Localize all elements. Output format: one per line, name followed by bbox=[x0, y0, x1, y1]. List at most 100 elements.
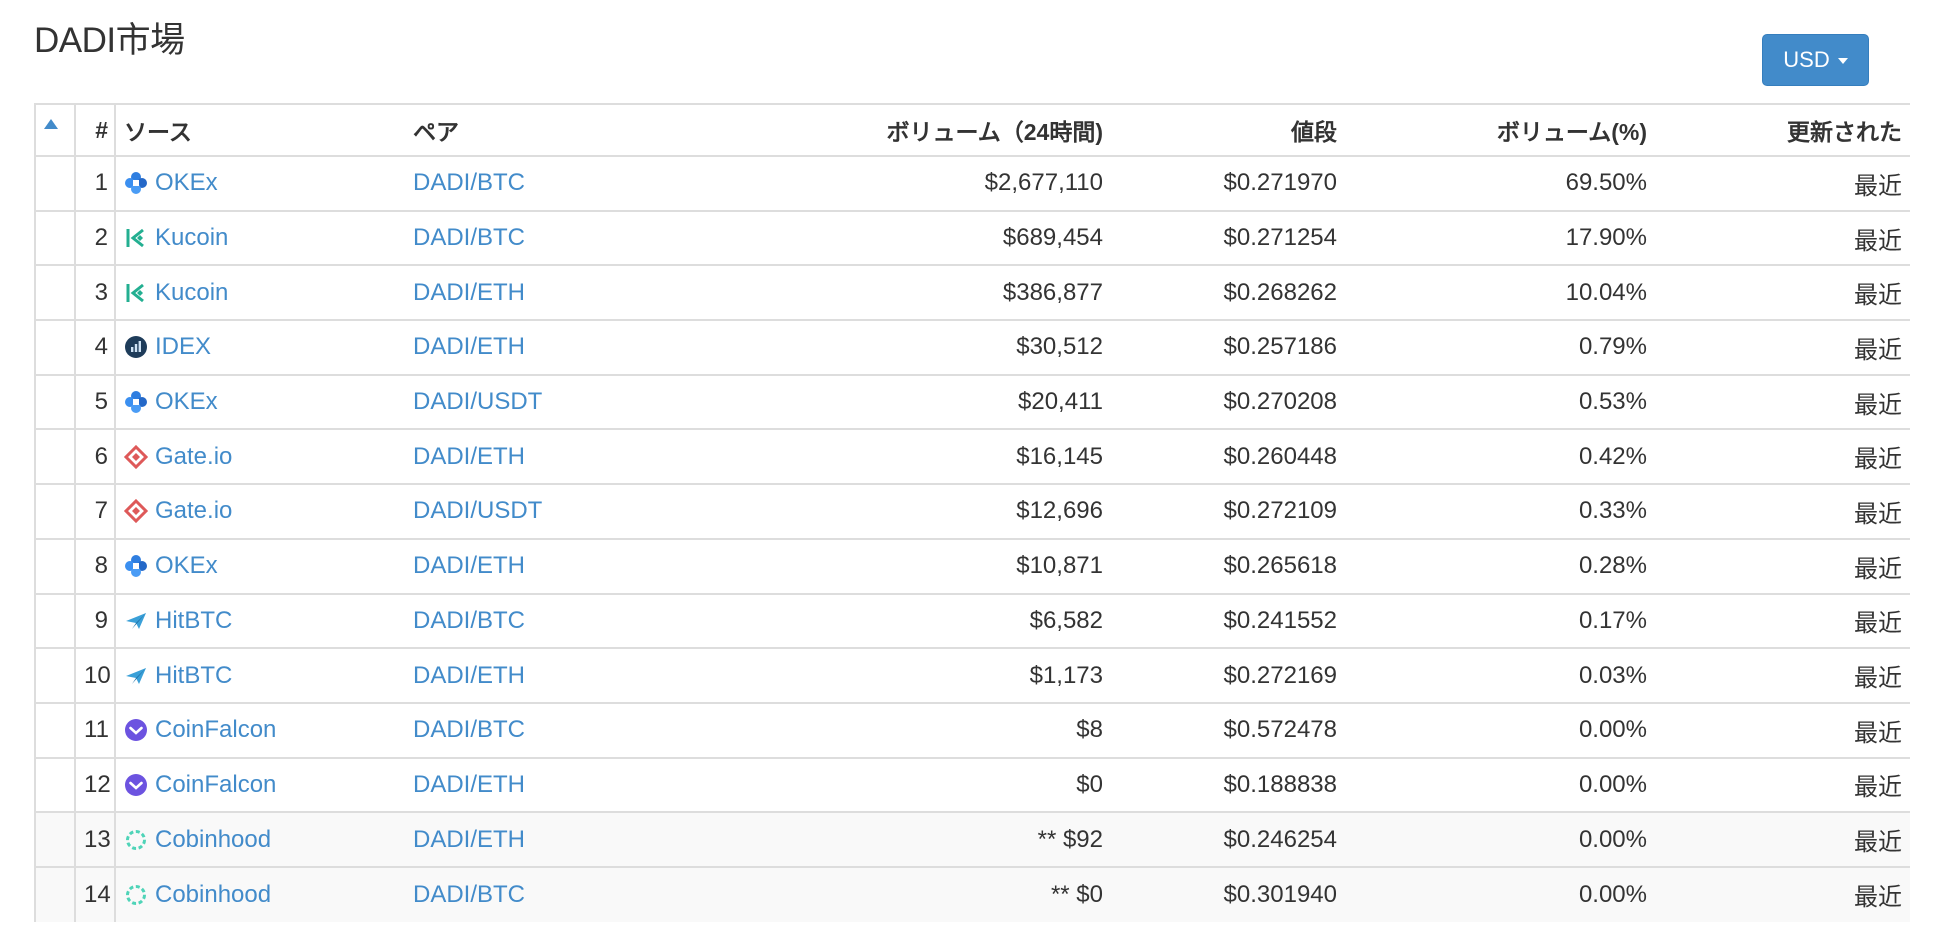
pair-link[interactable]: DADI/BTC bbox=[413, 716, 525, 743]
row-rank: 2 bbox=[75, 209, 116, 266]
sort-ascending-icon[interactable] bbox=[44, 119, 58, 130]
header-volume[interactable]: ボリューム（24時間) bbox=[625, 103, 1125, 157]
gateio-icon[interactable] bbox=[124, 499, 148, 524]
row-source: CoinFalcon bbox=[115, 701, 405, 758]
row-source: CoinFalcon bbox=[115, 756, 405, 813]
row-spacer bbox=[34, 701, 76, 758]
row-volume: $689,454 bbox=[625, 209, 1125, 266]
row-price: $0.272169 bbox=[1125, 647, 1345, 703]
source-link[interactable]: OKEx bbox=[155, 552, 218, 580]
source-link[interactable]: OKEx bbox=[155, 169, 218, 197]
row-updated: 最近 bbox=[1655, 264, 1910, 321]
header-rank[interactable]: # bbox=[75, 103, 116, 157]
row-spacer bbox=[34, 155, 76, 211]
row-pair: DADI/ETH bbox=[405, 428, 625, 485]
source-link[interactable]: HitBTC bbox=[155, 662, 232, 690]
row-pair: DADI/BTC bbox=[405, 701, 625, 758]
pair-link[interactable]: DADI/BTC bbox=[413, 607, 525, 634]
source-link[interactable]: Kucoin bbox=[155, 224, 228, 252]
pair-link[interactable]: DADI/ETH bbox=[413, 771, 525, 798]
table-row: 4 IDEX DADI/ETH $30,512 $0.257186 0.79% 最近 bbox=[34, 319, 1910, 375]
pair-link[interactable]: DADI/BTC bbox=[413, 224, 525, 251]
pair-link[interactable]: DADI/ETH bbox=[413, 333, 525, 360]
pair-link[interactable]: DADI/ETH bbox=[413, 279, 525, 306]
row-rank: 4 bbox=[75, 319, 116, 375]
row-spacer bbox=[34, 483, 76, 539]
source-link[interactable]: CoinFalcon bbox=[155, 716, 276, 744]
row-price: $0.268262 bbox=[1125, 264, 1345, 321]
pair-link[interactable]: DADI/BTC bbox=[413, 881, 525, 908]
row-pair: DADI/ETH bbox=[405, 319, 625, 375]
row-source: Gate.io bbox=[115, 428, 405, 485]
hitbtc-icon[interactable] bbox=[124, 664, 148, 688]
currency-label: USD bbox=[1783, 47, 1830, 72]
row-pair: DADI/BTC bbox=[405, 209, 625, 266]
pair-link[interactable]: DADI/ETH bbox=[413, 443, 525, 470]
row-updated: 最近 bbox=[1655, 319, 1910, 375]
row-spacer bbox=[34, 264, 76, 321]
row-price: $0.241552 bbox=[1125, 592, 1345, 649]
currency-dropdown-button[interactable]: USD bbox=[1762, 34, 1869, 86]
source-link[interactable]: Gate.io bbox=[155, 443, 232, 471]
row-pair: DADI/USDT bbox=[405, 373, 625, 430]
source-link[interactable]: IDEX bbox=[155, 333, 211, 361]
okex-icon[interactable] bbox=[124, 554, 148, 578]
source-link[interactable]: CoinFalcon bbox=[155, 771, 276, 799]
table-row: 12 CoinFalcon DADI/ETH $0 $0.188838 0.00% 最近 bbox=[34, 756, 1910, 813]
pair-link[interactable]: DADI/ETH bbox=[413, 552, 525, 579]
coinfalcon-icon[interactable] bbox=[124, 718, 148, 742]
row-price: $0.272109 bbox=[1125, 483, 1345, 539]
row-volume-percent: 0.79% bbox=[1345, 319, 1655, 375]
table-row: 6 Gate.io DADI/ETH $16,145 $0.260448 0.42% 最近 bbox=[34, 428, 1910, 485]
row-price: $0.188838 bbox=[1125, 756, 1345, 813]
okex-icon[interactable] bbox=[124, 390, 148, 414]
header-pair[interactable]: ペア bbox=[405, 103, 625, 157]
pair-link[interactable]: DADI/ETH bbox=[413, 662, 525, 689]
source-link[interactable]: Cobinhood bbox=[155, 826, 271, 854]
source-link[interactable]: HitBTC bbox=[155, 607, 232, 635]
header-source[interactable]: ソース bbox=[115, 103, 405, 157]
row-volume-percent: 0.28% bbox=[1345, 537, 1655, 594]
table-header: # ソース ペア ボリューム（24時間) 値段 ボリューム(%) 更新された bbox=[34, 103, 1910, 157]
row-pair: DADI/BTC bbox=[405, 592, 625, 649]
kucoin-icon[interactable] bbox=[124, 281, 148, 305]
row-volume: ** $0 bbox=[625, 865, 1125, 922]
row-volume: $30,512 bbox=[625, 319, 1125, 375]
header-updated[interactable]: 更新された bbox=[1655, 103, 1910, 157]
pair-link[interactable]: DADI/USDT bbox=[413, 497, 542, 524]
source-link[interactable]: Kucoin bbox=[155, 279, 228, 307]
kucoin-icon[interactable] bbox=[124, 226, 148, 250]
gateio-icon[interactable] bbox=[124, 444, 148, 469]
okex-icon[interactable] bbox=[124, 171, 148, 195]
header-price[interactable]: 値段 bbox=[1125, 103, 1345, 157]
row-rank: 10 bbox=[75, 647, 116, 703]
caret-down-icon bbox=[1837, 58, 1848, 64]
pair-link[interactable]: DADI/BTC bbox=[413, 169, 525, 196]
row-updated: 最近 bbox=[1655, 701, 1910, 758]
hitbtc-icon[interactable] bbox=[124, 609, 148, 633]
source-link[interactable]: OKEx bbox=[155, 388, 218, 416]
row-price: $0.260448 bbox=[1125, 428, 1345, 485]
idex-icon[interactable] bbox=[124, 335, 148, 359]
cobinhood-icon[interactable] bbox=[124, 828, 148, 852]
coinfalcon-icon[interactable] bbox=[124, 773, 148, 797]
row-source: IDEX bbox=[115, 319, 405, 375]
row-pair: DADI/ETH bbox=[405, 264, 625, 321]
table-row: 14 Cobinhood DADI/BTC ** $0 $0.301940 0.00% 最近 bbox=[34, 865, 1910, 922]
cobinhood-icon[interactable] bbox=[124, 883, 148, 907]
row-price: $0.572478 bbox=[1125, 701, 1345, 758]
row-rank: 9 bbox=[75, 592, 116, 649]
row-pair: DADI/BTC bbox=[405, 865, 625, 922]
header-volume-percent[interactable]: ボリューム(%) bbox=[1345, 103, 1655, 157]
table-row: 5 OKEx DADI/USDT $20,411 $0.270208 0.53% 最近 bbox=[34, 373, 1910, 430]
row-source: HitBTC bbox=[115, 647, 405, 703]
row-rank: 3 bbox=[75, 264, 116, 321]
row-source: OKEx bbox=[115, 537, 405, 594]
pair-link[interactable]: DADI/ETH bbox=[413, 826, 525, 853]
source-link[interactable]: Cobinhood bbox=[155, 881, 271, 909]
pair-link[interactable]: DADI/USDT bbox=[413, 388, 542, 415]
source-link[interactable]: Gate.io bbox=[155, 497, 232, 525]
row-updated: 最近 bbox=[1655, 865, 1910, 922]
sort-column-header[interactable] bbox=[34, 103, 76, 157]
row-volume: $0 bbox=[625, 756, 1125, 813]
